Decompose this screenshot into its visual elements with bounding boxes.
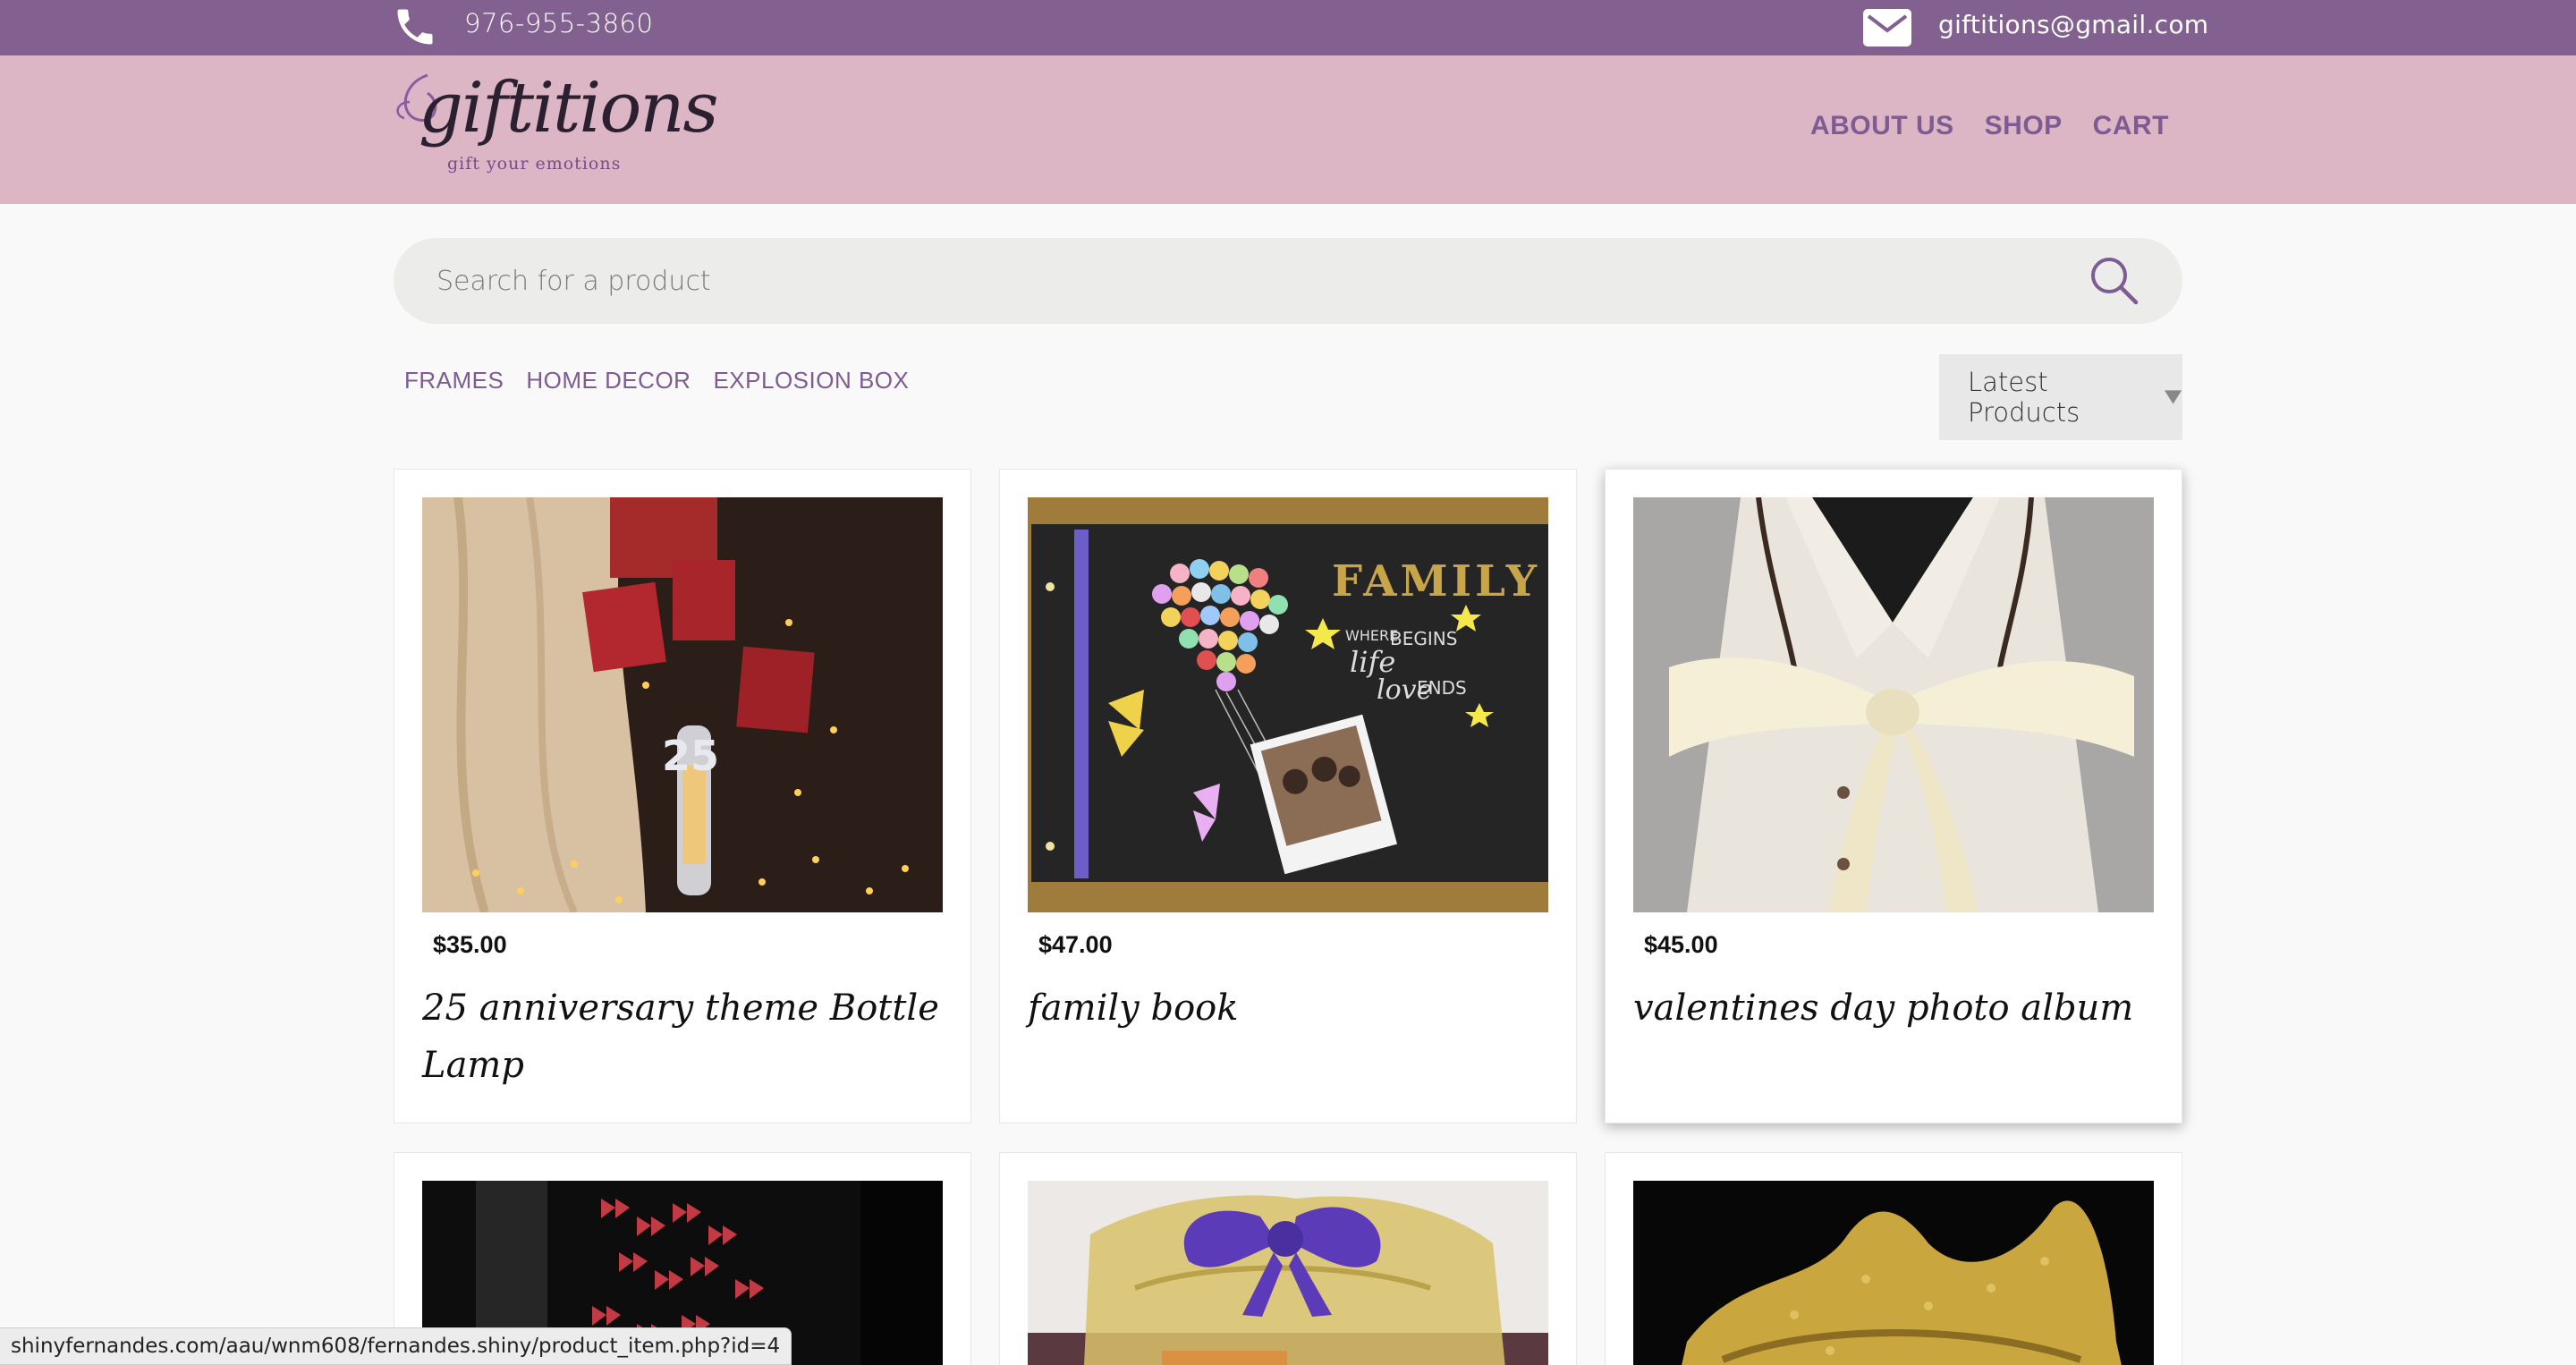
- nav-about-us[interactable]: ABOUT US: [1810, 111, 1954, 141]
- svg-text:FAMILY: FAMILY: [1332, 556, 1540, 606]
- product-image-photo-album[interactable]: [1633, 497, 2154, 912]
- email-address[interactable]: giftitions@gmail.com: [1938, 10, 2208, 39]
- product-name[interactable]: valentines day photo album: [1633, 979, 2161, 1037]
- product-card[interactable]: $45.00 valentines day photo album: [1605, 469, 2182, 1123]
- sort-selected-label: Latest Products: [1968, 367, 2080, 428]
- search-icon[interactable]: [2088, 254, 2141, 308]
- category-frames[interactable]: FRAMES: [404, 367, 504, 394]
- main-nav: ABOUT US SHOP CART: [1810, 111, 2169, 141]
- status-url: shinyfernandes.com/aau/wnm608/fernandes.…: [11, 1335, 781, 1358]
- search-bar: [394, 238, 2182, 324]
- search-input[interactable]: [436, 258, 2046, 304]
- logo-wordmark: giftitions: [419, 68, 719, 148]
- nav-shop[interactable]: SHOP: [1985, 111, 2063, 141]
- product-price: $35.00: [433, 931, 507, 958]
- product-name[interactable]: family book: [1028, 979, 1555, 1037]
- svg-text:BEGINS: BEGINS: [1390, 628, 1457, 649]
- product-image-gift-basket[interactable]: [1028, 1181, 1548, 1365]
- site-logo[interactable]: giftitions gift your emotions: [392, 66, 719, 182]
- category-explosion-box[interactable]: EXPLOSION BOX: [713, 367, 909, 394]
- product-name[interactable]: 25 anniversary theme Bottle Lamp: [422, 979, 950, 1094]
- product-price: $47.00: [1038, 931, 1113, 958]
- product-image-gold-gift[interactable]: [1633, 1181, 2154, 1365]
- product-card[interactable]: [999, 1152, 1577, 1365]
- product-card[interactable]: 25 $35.00 25 anniversary theme Bottle La…: [394, 469, 971, 1123]
- sort-select[interactable]: Latest Products: [1939, 354, 2182, 440]
- product-image-bottle-lamp[interactable]: 25: [422, 497, 943, 912]
- link-status-bar: shinyfernandes.com/aau/wnm608/fernandes.…: [0, 1327, 792, 1365]
- nav-cart[interactable]: CART: [2093, 111, 2169, 141]
- product-price: $45.00: [1644, 931, 1718, 958]
- phone-number[interactable]: 976-955-3860: [464, 8, 653, 38]
- category-home-decor[interactable]: HOME DECOR: [526, 367, 691, 394]
- dropdown-arrow-icon: [2164, 390, 2182, 404]
- svg-text:25: 25: [662, 732, 719, 780]
- phone-icon: [397, 9, 433, 45]
- site-header: giftitions gift your emotions ABOUT US S…: [0, 55, 2576, 204]
- mail-icon: [1863, 9, 1911, 47]
- category-filters: FRAMES HOME DECOR EXPLOSION BOX: [404, 367, 909, 394]
- contact-bar: 976-955-3860 giftitions@gmail.com: [0, 0, 2576, 55]
- svg-text:ENDS: ENDS: [1417, 677, 1467, 699]
- logo-tagline: gift your emotions: [447, 154, 622, 174]
- product-image-family-book[interactable]: FAMILY WHERE life BEGINS love ENDS: [1028, 497, 1548, 912]
- product-card[interactable]: FAMILY WHERE life BEGINS love ENDS $47.0…: [999, 469, 1577, 1123]
- product-card[interactable]: [1605, 1152, 2182, 1365]
